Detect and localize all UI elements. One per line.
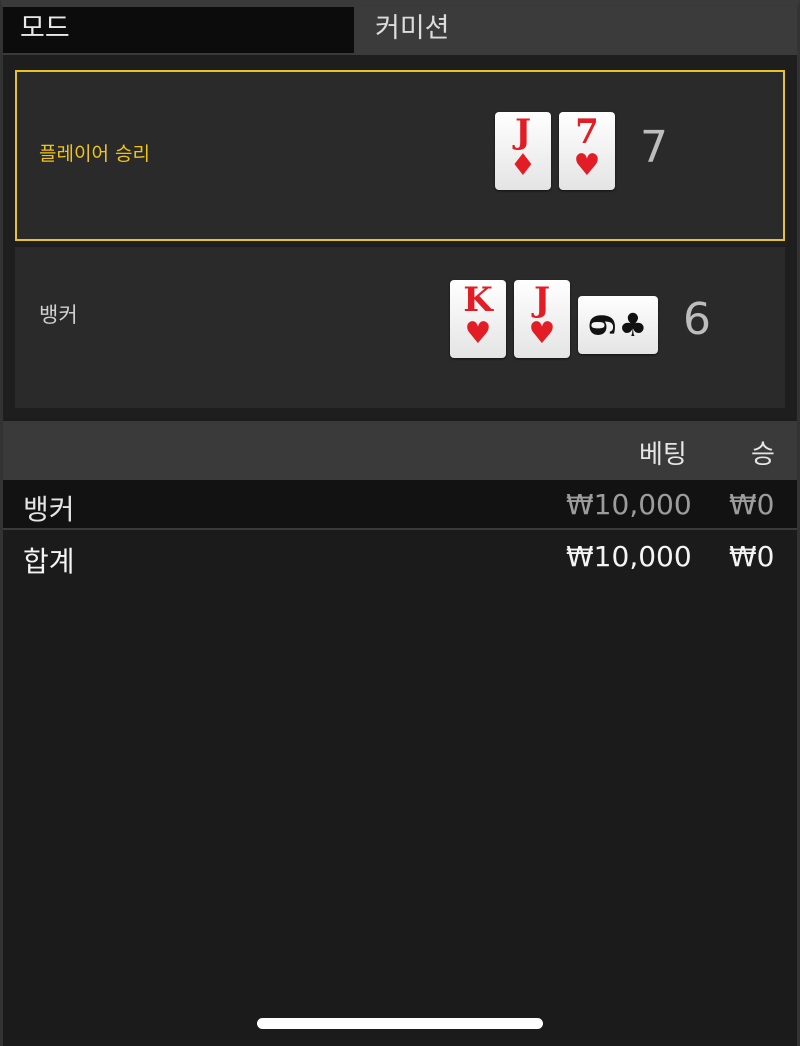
total-bet-amount: ₩10,000: [566, 540, 692, 573]
banker-score: 6: [683, 294, 711, 345]
round-result-panel: 플레이어 승리 J ♦ 7 ♥ 7 뱅커 K ♥ J ♥ 6♣ 6: [3, 55, 797, 420]
bet-column-header: 베팅: [639, 440, 687, 470]
bet-amount: ₩10,000: [566, 488, 692, 521]
banker-label: 뱅커: [39, 303, 78, 327]
player-card-2: 7 ♥: [559, 112, 615, 190]
heart-suit-icon: ♥: [528, 316, 556, 351]
banker-card-2: J ♥: [514, 280, 570, 358]
mode-value: 커미션: [357, 7, 797, 53]
diamond-suit-icon: ♦: [509, 148, 537, 183]
player-result-label: 플레이어 승리: [39, 143, 150, 165]
player-hand: 플레이어 승리 J ♦ 7 ♥ 7: [15, 70, 785, 241]
card-rank: K: [463, 280, 493, 320]
card-rank: J: [514, 112, 532, 152]
heart-suit-icon: ♥: [573, 148, 601, 183]
mode-header: 모드 커미션: [3, 7, 797, 55]
win-amount: ₩0: [729, 488, 775, 521]
card-rank: 7: [575, 112, 599, 152]
win-column-header: 승: [751, 440, 775, 470]
total-label: 합계: [23, 545, 75, 578]
banker-hand: 뱅커 K ♥ J ♥ 6♣ 6: [15, 247, 785, 408]
heart-suit-icon: ♥: [464, 316, 492, 351]
bet-type: 뱅커: [23, 493, 75, 526]
home-indicator[interactable]: [257, 1018, 543, 1029]
card-rank: J: [533, 280, 551, 320]
banker-card-1: K ♥: [450, 280, 506, 358]
bets-table-header: 베팅 승: [3, 421, 797, 480]
player-card-1: J ♦: [495, 112, 551, 190]
player-score: 7: [640, 122, 668, 173]
mode-label: 모드: [3, 7, 357, 53]
total-win-amount: ₩0: [729, 540, 775, 573]
banker-card-3-sideways: 6♣: [578, 296, 658, 354]
card-rank: 6: [580, 313, 621, 337]
table-row: 뱅커 ₩10,000 ₩0: [3, 480, 797, 530]
total-row: 합계 ₩10,000 ₩0: [3, 532, 797, 582]
